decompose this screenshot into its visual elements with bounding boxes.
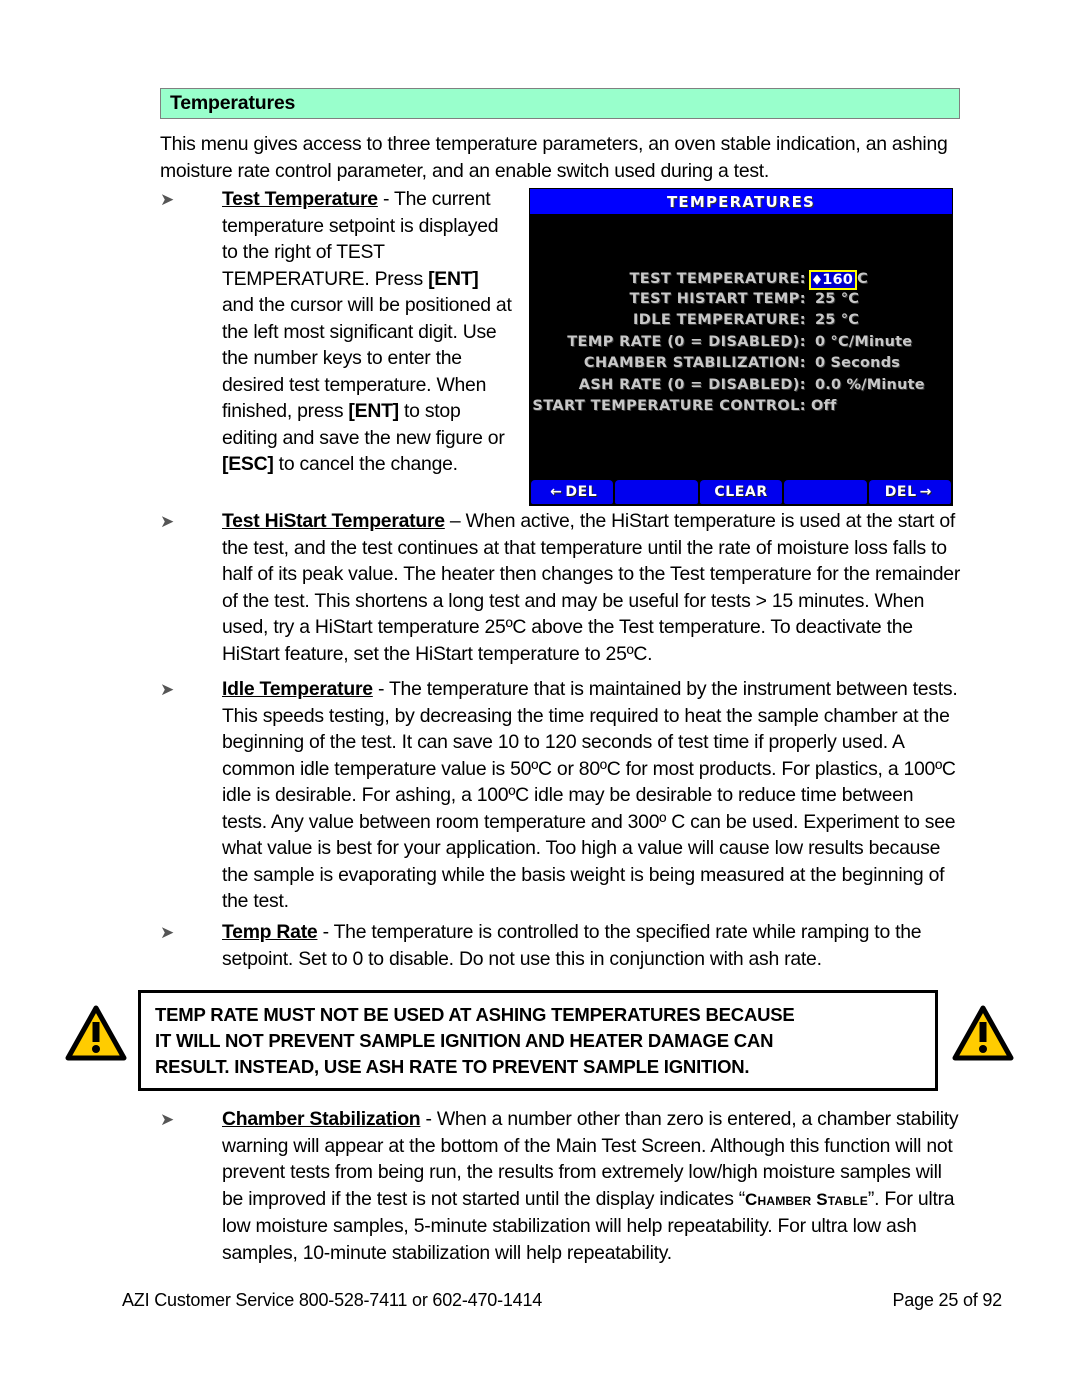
term-temp-rate: Temp Rate [222,921,318,943]
softkey-del-left[interactable]: ← DEL [531,480,614,504]
term-idle-temperature: Idle Temperature [222,678,373,700]
softkey-blank-2[interactable] [784,480,867,504]
softkey-del-left-label: DEL [565,484,598,500]
bullet-idle-text: Idle Temperature - The temperature that … [160,676,962,915]
section-header: Temperatures [160,88,960,119]
lcd-label-temp-rate: TEMP RATE (0 = DISABLED): [567,333,806,350]
lcd-value-temp-rate: 0 °C/Minute [815,333,913,350]
softkey-del-right-label: DEL [884,484,917,500]
bullet-test-histart-temperature: ➤ Test HiStart Temperature – When active… [160,508,962,667]
temp-rate-body: - The temperature is controlled to the s… [222,921,922,970]
lcd-edit-value: 160 [822,272,854,288]
lcd-value-start-temperature-control: Off [811,398,837,414]
warning-section: TEMP RATE MUST NOT BE USED AT ASHING TEM… [60,988,1020,1096]
page-footer: AZI Customer Service 800-528-7411 or 602… [122,1290,1002,1311]
bullet-chamber-stabilization: ➤ Chamber Stabilization - When a number … [160,1106,962,1266]
tt-key-ent-1: [ENT] [428,267,479,290]
tt-key-ent-2: [ENT] [348,400,399,422]
lcd-label-chamber-stabilization: CHAMBER STABILIZATION: [583,355,806,371]
lcd-value-ash-rate: 0.0 %/Minute [815,376,925,393]
bullet-temp-rate: ➤ Temp Rate - The temperature is control… [160,919,962,972]
lcd-value-chamber-stabilization: 0 Seconds [815,355,901,371]
softkey-clear-label: CLEAR [714,484,768,500]
lcd-label-ash-rate: ASH RATE (0 = DISABLED): [578,376,806,393]
arrow-right-icon: → [919,484,932,500]
idle-body: - The temperature that is maintained by … [222,678,958,912]
lcd-row-histart-temp[interactable]: TEST HISTART TEMP: 25 °C [530,291,952,313]
softkey-clear[interactable]: CLEAR [699,480,783,504]
lcd-label-start-temperature-control: START TEMPERATURE CONTROL: [532,398,806,414]
warning-line-3: RESULT. INSTEAD, USE ASH RATE TO PREVENT… [155,1055,750,1077]
section-header-title: Temperatures [170,91,296,114]
bullet-marker-icon: ➤ [160,923,174,943]
bullet-marker-icon: ➤ [160,680,174,700]
warning-box: TEMP RATE MUST NOT BE USED AT ASHING TEM… [138,990,938,1091]
bullet-temp-rate-text: Temp Rate - The temperature is controlle… [160,919,962,972]
lcd-value-test-temperature[interactable]: ◆160 C [806,269,868,290]
warning-triangle-icon [65,1005,127,1061]
intro-paragraph: This menu gives access to three temperat… [160,133,948,182]
term-test-histart-temperature: Test HiStart Temperature [222,510,445,532]
arrow-left-icon: ← [550,484,563,500]
lcd-screen: TEMPERATURES TEST TEMPERATURE: ◆160 C TES… [529,188,953,506]
lcd-softkey-bar: ← DEL CLEAR DEL → [530,478,952,505]
footer-contact: AZI Customer Service 800-528-7411 or 602… [122,1290,543,1310]
lcd-value-idle-temperature: 25 °C [815,312,860,328]
lcd-row-test-temperature[interactable]: TEST TEMPERATURE: ◆160 C [530,269,952,291]
warning-text: TEMP RATE MUST NOT BE USED AT ASHING TEM… [141,1002,807,1080]
lcd-label-idle-temperature: IDLE TEMPERATURE: [633,312,806,328]
lcd-row-temp-rate[interactable]: TEMP RATE (0 = DISABLED): 0 °C/Minute [530,334,952,356]
bullet-marker-icon: ➤ [160,1110,174,1130]
lcd-rows: TEST TEMPERATURE: ◆160 C TEST HISTART TEM… [530,269,952,420]
lcd-label-histart-temp: TEST HISTART TEMP: [629,290,806,307]
lcd-unit-test-temperature: C [857,271,868,287]
lcd-value-histart-temp: 25 °C [815,290,860,307]
warning-triangle-icon [952,1005,1014,1061]
lcd-row-start-temperature-control[interactable]: START TEMPERATURE CONTROL: Off [530,398,952,420]
lcd-body: TEST TEMPERATURE: ◆160 C TEST HISTART TEM… [530,214,952,478]
chamber-stable-indicator: Chamber Stable [744,1189,868,1209]
lcd-title: TEMPERATURES [666,192,816,211]
footer-page-number: Page 25 of 92 [892,1290,1003,1310]
warning-line-2: IT WILL NOT PREVENT SAMPLE IGNITION AND … [155,1029,774,1051]
histart-body: – When active, the HiStart temperature i… [222,510,961,665]
softkey-del-right[interactable]: DEL → [868,480,952,504]
document-page: Temperatures This menu gives access to t… [0,0,1080,1397]
term-chamber-stabilization: Chamber Stabilization [222,1108,421,1130]
lcd-row-ash-rate[interactable]: ASH RATE (0 = DISABLED): 0.0 %/Minute [530,377,952,399]
bullet-chamber-text: Chamber Stabilization - When a number ot… [160,1106,962,1266]
lcd-row-chamber-stabilization[interactable]: CHAMBER STABILIZATION: 0 Seconds [530,355,952,377]
softkey-blank-1[interactable] [615,480,698,504]
lcd-titlebar: TEMPERATURES [530,189,952,214]
bullet-test-temperature: ➤ Test Temperature - The current tempera… [160,186,515,478]
tt-key-esc: [ESC] [222,453,274,475]
bullet-idle-temperature: ➤ Idle Temperature - The temperature tha… [160,676,962,915]
warning-line-1: TEMP RATE MUST NOT BE USED AT ASHING TEM… [155,1003,795,1025]
tt-body-4: to cancel the change. [273,453,458,475]
bullet-marker-icon: ➤ [160,190,174,210]
lcd-label-test-temperature: TEST TEMPERATURE: [629,271,806,287]
bullet-histart-text: Test HiStart Temperature – When active, … [160,508,962,667]
term-test-temperature: Test Temperature [222,188,378,210]
edit-cursor-icon: ◆ [813,272,822,287]
bullet-test-temperature-text: Test Temperature - The current temperatu… [160,186,515,478]
lcd-edit-field[interactable]: ◆160 [809,270,858,290]
lcd-row-idle-temperature[interactable]: IDLE TEMPERATURE: 25 °C [530,312,952,334]
bullet-marker-icon: ➤ [160,512,174,532]
